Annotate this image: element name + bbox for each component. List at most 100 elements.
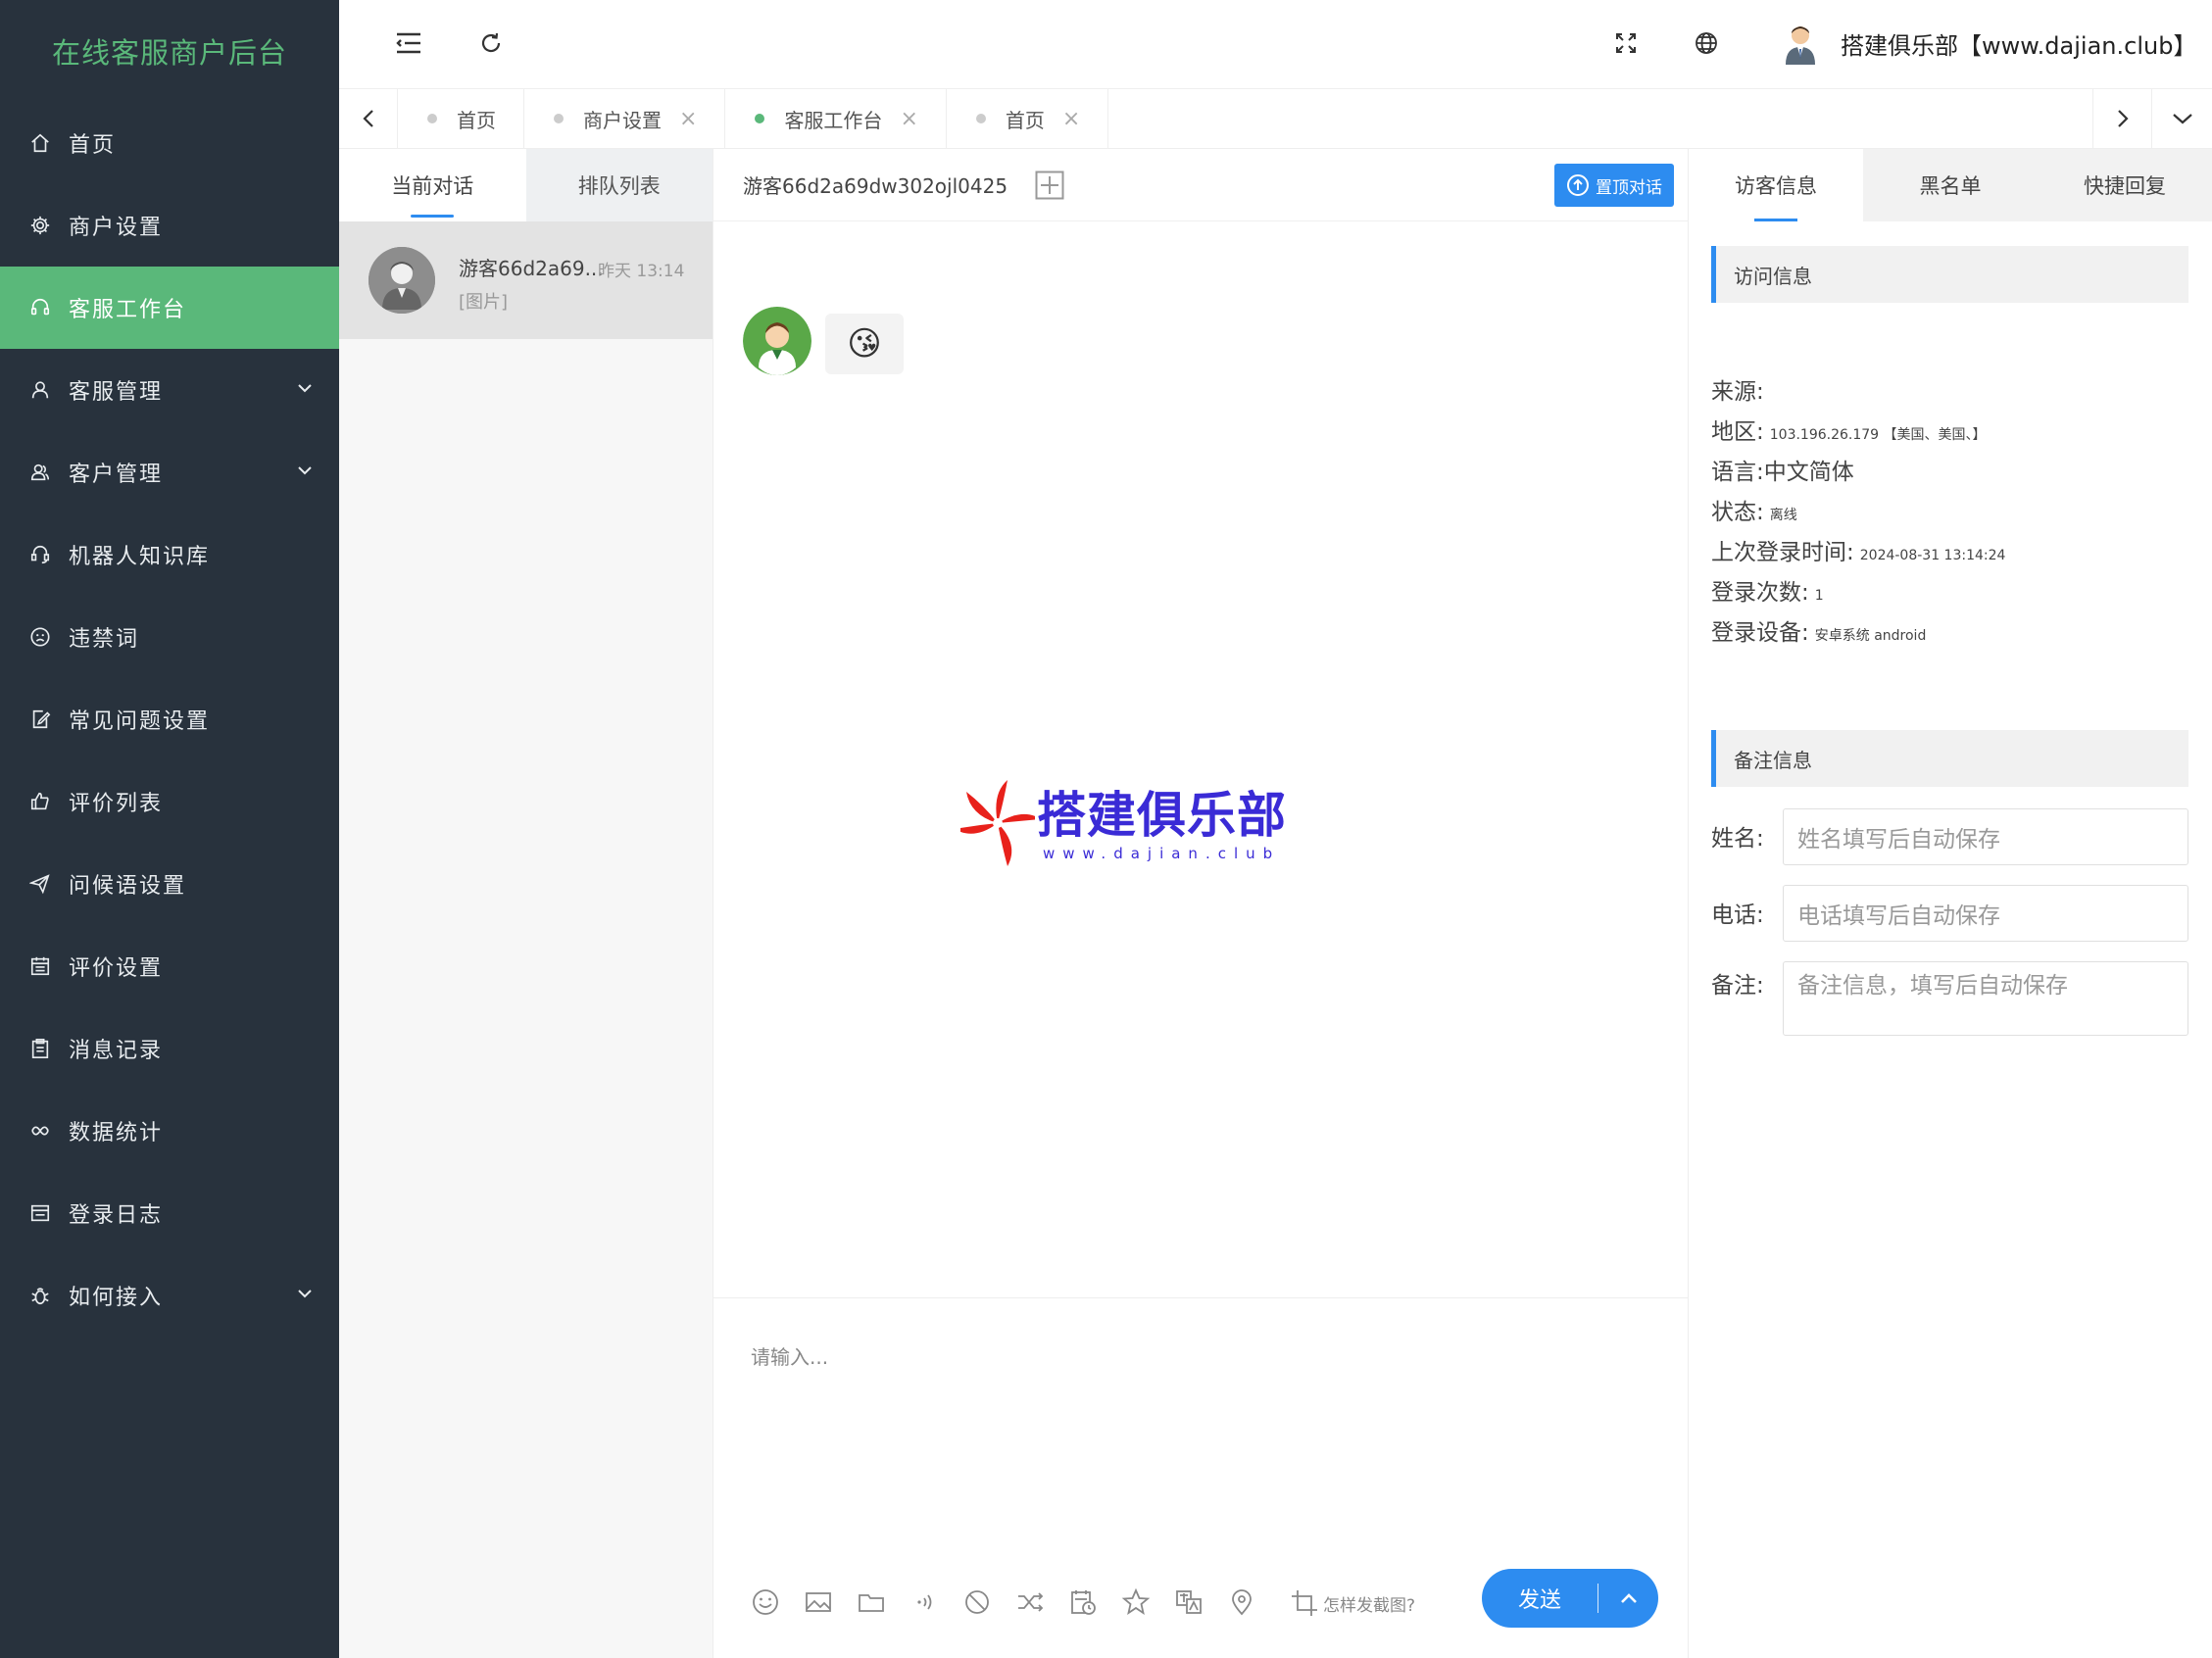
sidebar-item-10[interactable]: 评价设置 <box>0 925 339 1007</box>
tab-2[interactable]: 客服工作台 × <box>725 89 947 148</box>
folder-icon[interactable] <box>845 1583 898 1622</box>
sidebar-item-6[interactable]: 违禁词 <box>0 596 339 678</box>
fullscreen-icon[interactable] <box>1609 26 1643 60</box>
chevron-down-icon <box>298 384 312 393</box>
user-avatar[interactable] <box>1782 24 1819 65</box>
sidebar-item-label: 消息记录 <box>69 1039 164 1063</box>
location-icon[interactable] <box>1215 1583 1268 1622</box>
send-options-chevron-icon[interactable] <box>1598 1592 1658 1604</box>
info-row-label: 登录次数: <box>1711 580 1809 606</box>
close-icon[interactable]: × <box>900 107 917 131</box>
tab-blacklist[interactable]: 黑名单 <box>1863 149 2038 221</box>
sidebar-item-1[interactable]: 商户设置 <box>0 184 339 267</box>
emoji-icon[interactable] <box>739 1583 792 1622</box>
sidebar-item-label: 首页 <box>69 133 117 158</box>
image-icon[interactable] <box>792 1583 845 1622</box>
tab-0[interactable]: 首页 <box>398 89 524 148</box>
sidebar-item-label: 评价列表 <box>69 792 164 816</box>
tab-status-dot <box>554 114 564 123</box>
sidebar-item-label: 客户管理 <box>69 463 164 487</box>
transfer-icon[interactable] <box>1004 1583 1057 1622</box>
phone-field[interactable]: 电话填写后自动保存 <box>1783 885 2188 942</box>
name-field[interactable]: 姓名填写后自动保存 <box>1783 808 2188 865</box>
message-input-placeholder[interactable]: 请输入... <box>751 1341 828 1370</box>
note-info-heading: 备注信息 <box>1711 730 2188 787</box>
pin-up-icon <box>1567 174 1589 196</box>
conversation-item[interactable]: 游客66d2a69... 昨天 13:14 [图片] <box>339 221 713 339</box>
info-row-label: 语言: <box>1711 460 1764 485</box>
visitor-avatar <box>369 247 435 314</box>
tab-label: 商户设置 <box>583 108 662 132</box>
note-textarea[interactable]: 备注信息，填写后自动保存 <box>1783 961 2188 1036</box>
brand-title: 在线客服商户后台 <box>51 36 287 70</box>
send-button[interactable]: 发送 <box>1482 1569 1658 1628</box>
infinity-icon <box>29 1120 51 1142</box>
tab-status-dot <box>427 114 437 123</box>
sidebar-item-label: 商户设置 <box>69 216 164 240</box>
conversation-preview: [图片] <box>459 292 509 313</box>
sidebar-item-label: 登录日志 <box>69 1203 164 1228</box>
conversation-time: 昨天 13:14 <box>598 262 685 281</box>
edit-doc-icon <box>29 708 51 730</box>
sidebar-item-3[interactable]: 客服管理 <box>0 349 339 431</box>
info-row-label: 地区: <box>1711 419 1764 445</box>
collapse-menu-icon[interactable] <box>392 26 425 60</box>
sidebar-item-8[interactable]: 评价列表 <box>0 760 339 843</box>
page-tabs: 首页 商户设置 × 客服工作台 × 首页 × <box>398 89 2092 148</box>
sidebar-item-13[interactable]: 登录日志 <box>0 1172 339 1254</box>
sidebar-item-label: 数据统计 <box>69 1121 164 1146</box>
tab-quick-reply[interactable]: 快捷回复 <box>2038 149 2212 221</box>
message-input-area[interactable]: 请输入... 怎样发截图? 发送 <box>713 1297 1688 1658</box>
sidebar-item-label: 问候语设置 <box>69 874 187 899</box>
info-row-value: 安卓系统 android <box>1814 628 1927 644</box>
info-row: 登录次数: 1 <box>1711 573 1824 607</box>
chat-title: 游客66d2a69dw302ojl0425 <box>743 174 1008 198</box>
info-row-value: 离线 <box>1769 508 1797 523</box>
add-icon[interactable] <box>1035 171 1064 200</box>
globe-icon[interactable] <box>1690 26 1723 60</box>
tab-3[interactable]: 首页 × <box>947 89 1109 148</box>
sidebar-item-2[interactable]: 客服工作台 <box>0 267 339 349</box>
gear-icon <box>29 215 51 236</box>
tab-current-conversations[interactable]: 当前对话 <box>339 149 526 221</box>
sidebar-item-9[interactable]: 问候语设置 <box>0 843 339 925</box>
refresh-icon[interactable] <box>474 26 508 60</box>
block-icon[interactable] <box>951 1583 1004 1622</box>
user-name[interactable]: 搭建俱乐部【www.dajian.club】 <box>1841 26 2196 61</box>
sidebar-nav: 首页商户设置客服工作台 客服管理客户管理机器人知识库 违禁词常见问题设置 评价列表问候… <box>0 102 339 1337</box>
sidebar-item-4[interactable]: 客户管理 <box>0 431 339 513</box>
sidebar-item-7[interactable]: 常见问题设置 <box>0 678 339 760</box>
clipboard-icon <box>29 1038 51 1059</box>
tab-visitor-info[interactable]: 访客信息 <box>1689 149 1863 221</box>
star-icon[interactable] <box>1109 1583 1162 1622</box>
pin-label: 置顶对话 <box>1596 177 1662 198</box>
translate-icon[interactable] <box>1162 1583 1215 1622</box>
screenshot-help-link[interactable]: 怎样发截图? <box>1290 1588 1415 1618</box>
users-icon <box>29 462 51 483</box>
pin-conversation-button[interactable]: 置顶对话 <box>1554 164 1674 207</box>
home-icon <box>29 132 51 154</box>
sidebar-item-14[interactable]: 如何接入 <box>0 1254 339 1337</box>
sidebar-item-label: 常见问题设置 <box>69 709 211 734</box>
conversation-name: 游客66d2a69... <box>459 257 604 280</box>
voice-icon[interactable] <box>898 1583 951 1622</box>
tabs-menu-button[interactable] <box>2151 89 2212 148</box>
tabs-scroll-left-button[interactable] <box>339 89 398 148</box>
info-row-value: 中文简体 <box>1763 460 1854 485</box>
visit-info-heading: 访问信息 <box>1711 246 2188 303</box>
tab-queue-list[interactable]: 排队列表 <box>525 149 713 221</box>
close-icon[interactable]: × <box>1062 107 1080 131</box>
tabs-scroll-right-button[interactable] <box>2092 89 2151 148</box>
sidebar-item-11[interactable]: 消息记录 <box>0 1007 339 1090</box>
tab-label: 客服工作台 <box>784 108 883 132</box>
sidebar-item-12[interactable]: 数据统计 <box>0 1090 339 1172</box>
note-label: 备注: <box>1711 973 1764 999</box>
sidebar-item-0[interactable]: 首页 <box>0 102 339 184</box>
info-row-value: 1 <box>1814 588 1824 604</box>
headset-icon <box>29 297 51 318</box>
sidebar-item-5[interactable]: 机器人知识库 <box>0 513 339 596</box>
close-icon[interactable]: × <box>679 107 697 131</box>
info-row: 来源: <box>1711 372 1770 406</box>
calendar-clock-icon[interactable] <box>1057 1583 1109 1622</box>
tab-1[interactable]: 商户设置 × <box>524 89 726 148</box>
